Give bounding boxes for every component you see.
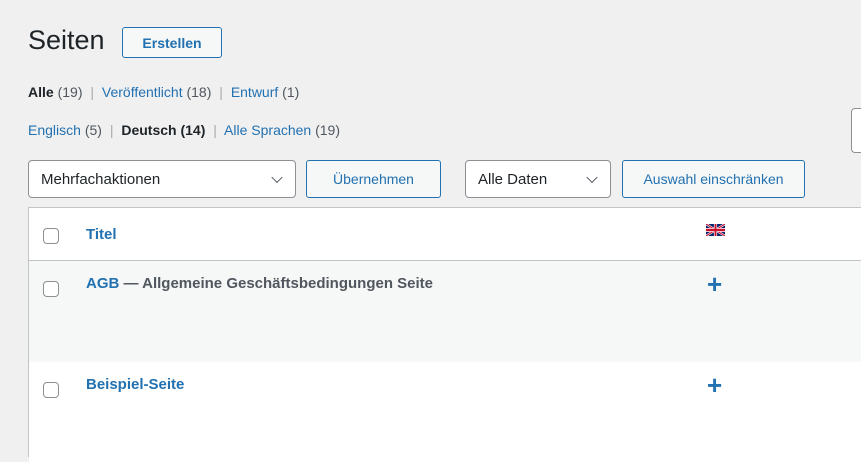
bulk-actions-select[interactable]: Mehrfachaktionen — [28, 160, 296, 198]
chevron-down-icon — [271, 171, 283, 184]
page-title: Seiten — [28, 25, 105, 55]
page-title-link[interactable]: Beispiel-Seite — [86, 376, 184, 393]
table-row: AGB — Allgemeine Geschäftsbedingungen Se… — [29, 261, 861, 362]
search-input[interactable] — [851, 108, 861, 153]
pages-table: Titel AGB — Allgemeine Geschäftsbedingun… — [28, 207, 861, 462]
row-checkbox[interactable] — [43, 382, 59, 398]
filter-published-count: (18) — [186, 84, 212, 100]
filter-published-link[interactable]: Veröffentlicht — [102, 84, 183, 100]
language-filters: Englisch (5) | Deutsch (14) | Alle Sprac… — [28, 122, 341, 138]
apply-button[interactable]: Übernehmen — [306, 160, 441, 198]
select-all-checkbox[interactable] — [43, 228, 59, 244]
filter-all-count: (19) — [57, 84, 83, 100]
filter-draft-count: (1) — [282, 84, 300, 100]
table-row: Beispiel-Seite + — [29, 362, 861, 462]
filter-german-count: (14) — [180, 122, 206, 138]
status-filters: Alle (19) | Veröffentlicht (18) | Entwur… — [28, 84, 300, 100]
create-page-button[interactable]: Erstellen — [122, 27, 222, 58]
date-filter-value: Alle Daten — [478, 170, 548, 188]
filter-german-label[interactable]: Deutsch — [121, 122, 176, 138]
add-translation-icon[interactable]: + — [707, 372, 722, 398]
filter-button[interactable]: Auswahl einschränken — [622, 160, 805, 198]
filter-draft-link[interactable]: Entwurf — [231, 84, 278, 100]
bulk-actions-value: Mehrfachaktionen — [41, 170, 161, 188]
filter-all-languages-count: (19) — [315, 122, 341, 138]
date-filter-select[interactable]: Alle Daten — [465, 160, 611, 198]
page-state-label: — Allgemeine Geschäftsbedingungen Seite — [119, 275, 434, 292]
filter-english-count: (5) — [84, 122, 102, 138]
uk-flag-icon — [706, 224, 725, 236]
table-header: Titel — [29, 208, 861, 261]
row-checkbox[interactable] — [43, 281, 59, 297]
page-title-link[interactable]: AGB — [86, 275, 119, 292]
filter-all-label[interactable]: Alle — [28, 84, 54, 100]
add-translation-icon[interactable]: + — [707, 271, 722, 297]
chevron-down-icon — [586, 171, 598, 184]
filter-english-link[interactable]: Englisch — [28, 122, 81, 138]
filter-all-languages-link[interactable]: Alle Sprachen — [224, 122, 311, 138]
title-column-header[interactable]: Titel — [86, 226, 117, 243]
